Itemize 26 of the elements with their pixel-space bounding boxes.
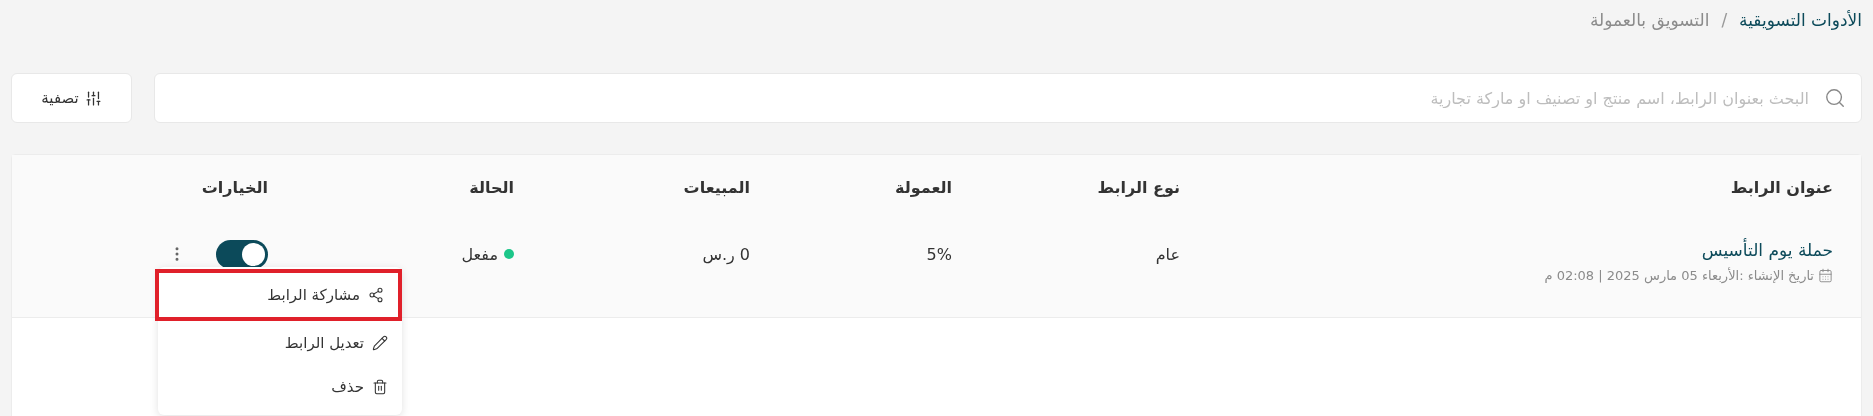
filter-button[interactable]: تصفية [11, 73, 132, 123]
status-text: مفعل [461, 244, 498, 264]
search-field[interactable]: البحث بعنوان الرابط، اسم منتج او تصنيف او ماركة تجارية [154, 73, 1862, 123]
table-cell: 0 ر.س [702, 244, 750, 264]
breadcrumb-link[interactable]: الأدوات التسويقية [1739, 10, 1862, 30]
menu-item[interactable]: مشاركة الرابط [155, 269, 402, 321]
column-header: نوع الرابط [1097, 177, 1180, 197]
table-cell: 5% [926, 244, 952, 264]
search-icon [1824, 87, 1846, 109]
menu-item[interactable]: تعديل الرابط [158, 321, 402, 365]
column-header: عنوان الرابط [1730, 177, 1833, 197]
column-header: المبيعات [683, 177, 750, 197]
link-title[interactable]: حملة يوم التأسيس [1180, 239, 1833, 260]
menu-item[interactable]: حذف [158, 365, 402, 409]
pencil-icon [372, 335, 388, 351]
calendar-icon [1818, 267, 1833, 283]
column-header: الخيارات [201, 177, 268, 197]
share-icon [368, 287, 384, 303]
trash-icon [372, 379, 388, 395]
created-date: تاريخ الإنشاء :الأربعاء 05 مارس 2025 | 02:08 م [1544, 267, 1814, 283]
table-cell: عام [1155, 244, 1180, 264]
sliders-icon [84, 89, 102, 107]
column-header: الحالة [469, 177, 514, 197]
toggle-switch[interactable] [216, 239, 268, 269]
column-header: العمولة [895, 177, 952, 197]
breadcrumb-separator: / [1721, 10, 1728, 30]
